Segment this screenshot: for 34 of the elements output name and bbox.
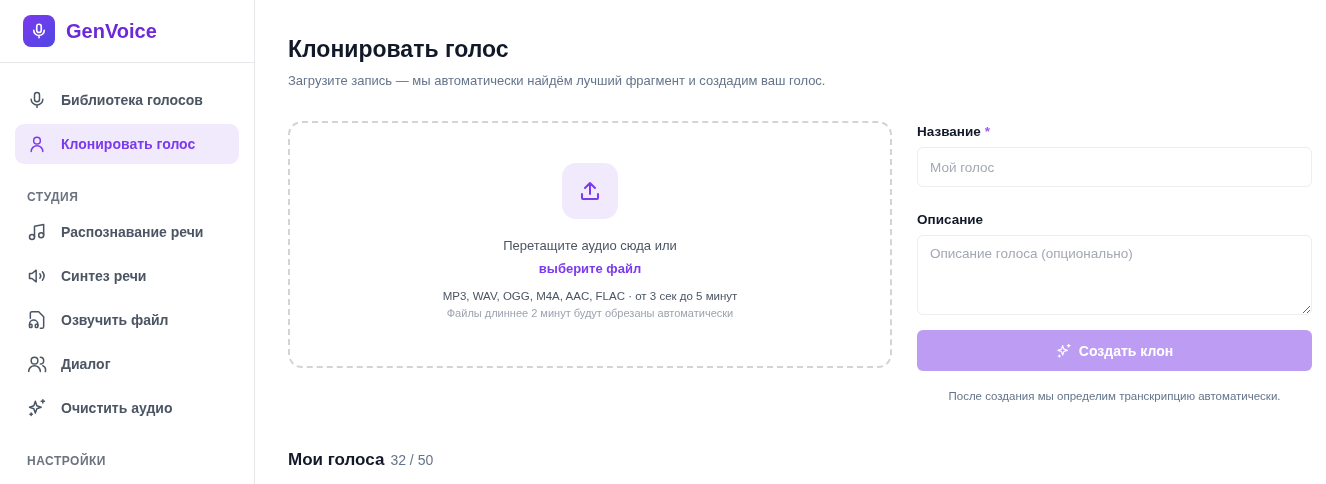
upload-icon xyxy=(562,163,618,219)
sidebar-item[interactable]: Очистить аудио xyxy=(15,388,239,428)
trim-note: Файлы длиннее 2 минут будут обрезаны автоматически xyxy=(446,307,734,319)
upload-prompt: Перетащите аудио сюда или xyxy=(503,238,677,253)
microphone-icon xyxy=(27,90,47,110)
hint-text: После создания мы определим транскрипцию автоматически. xyxy=(947,390,1282,402)
page-title: Клонировать голос xyxy=(288,36,510,63)
headphones-file-icon xyxy=(27,310,47,330)
description-field[interactable]: Описание голоса (опционально) xyxy=(917,235,1312,315)
sidebar-item[interactable]: Библиотека голосов xyxy=(15,80,239,120)
music-note-icon xyxy=(27,222,47,242)
brand-name: GenVoice xyxy=(66,19,157,43)
sparkle-icon xyxy=(1055,342,1072,359)
name-field[interactable]: Мой голос xyxy=(917,147,1312,187)
field-label: Название xyxy=(917,124,981,139)
users-icon xyxy=(27,354,47,374)
person-icon xyxy=(27,134,47,154)
field-label: Описание xyxy=(917,212,984,227)
sidebar-item[interactable]: Диалог xyxy=(15,344,239,384)
section-heading: СТУДИЯ xyxy=(26,190,80,204)
required-mark: * xyxy=(984,124,990,139)
format-info: MP3, WAV, OGG, M4A, AAC, FLAC · от 3 сек до 5 минут xyxy=(442,290,738,302)
voice-count: 32 / 50 xyxy=(390,452,434,468)
section-heading: НАСТРОЙКИ xyxy=(26,454,107,468)
sparkle-icon xyxy=(27,398,47,418)
logo-icon xyxy=(23,15,55,47)
sidebar-item[interactable]: Озвучить файл xyxy=(15,300,239,340)
upload-dropzone[interactable]: Перетащите аудио сюда или выберите файл MP3, WAV, OGG, M4A, AAC, FLAC · от 3 сек до 5 минут Файлы длиннее 2 минут будут обрезаны автоматически xyxy=(288,121,892,368)
page-subtitle: Загрузите запись — мы автоматически найдём лучший фрагмент и создадим ваш голос. xyxy=(288,73,827,88)
sidebar-item[interactable]: Распознавание речи xyxy=(15,212,239,252)
sidebar-item[interactable]: Клонировать голос xyxy=(15,124,239,164)
sidebar-item[interactable]: Синтез речи xyxy=(15,256,239,296)
choose-file-link[interactable]: выберите файл xyxy=(538,261,642,276)
section-title: Мои голоса xyxy=(288,450,385,470)
